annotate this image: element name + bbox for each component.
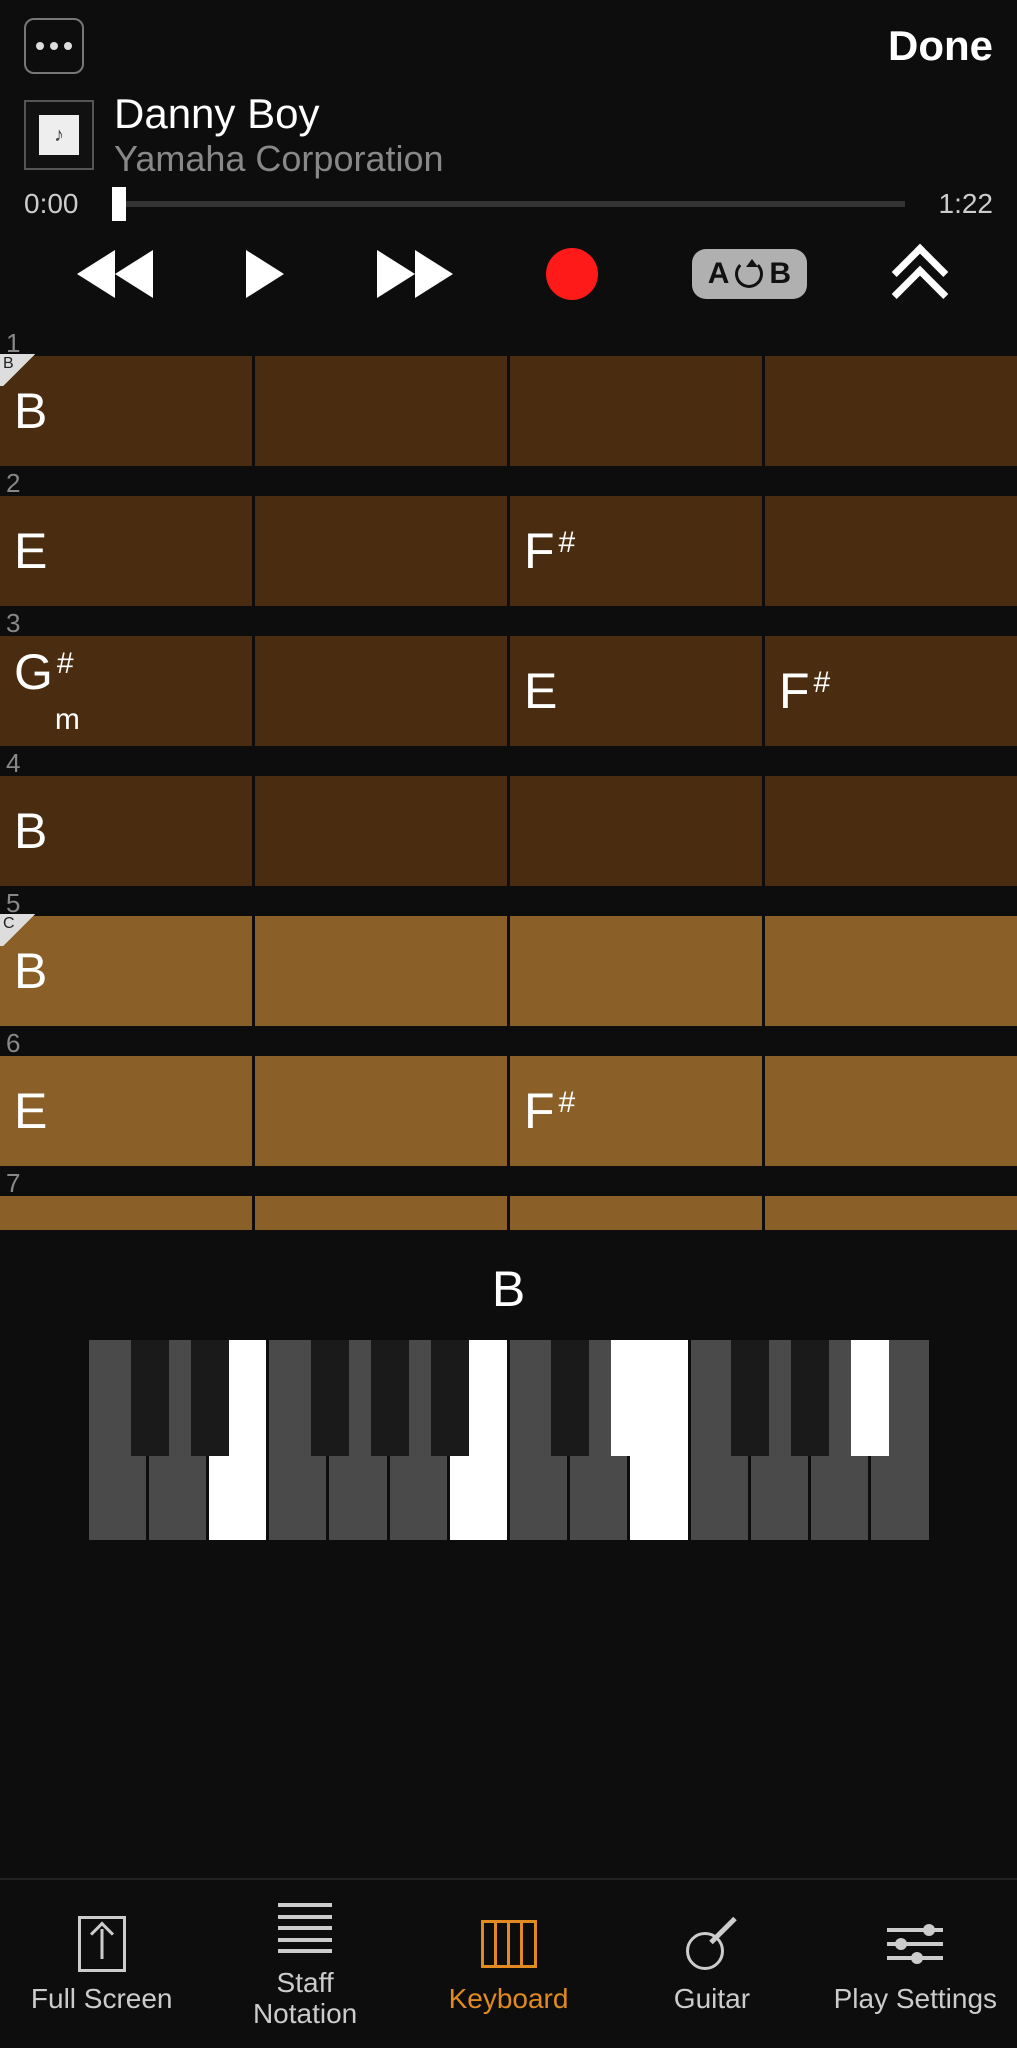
- chord-cell[interactable]: BB: [0, 356, 255, 466]
- chord-cell[interactable]: [255, 1056, 510, 1166]
- white-key[interactable]: [149, 1340, 209, 1540]
- settings-icon: [887, 1928, 943, 1960]
- song-title: Danny Boy: [114, 90, 444, 138]
- tab-label: StaffNotation: [253, 1968, 357, 2030]
- section-tag: C: [0, 914, 38, 946]
- chord-row: CB: [0, 916, 1017, 1026]
- chord-grid: 1BB2EF#3G#mEF#4B5CB6EF#7: [0, 326, 1017, 1230]
- chord-row: E F#: [0, 496, 1017, 606]
- chord-cell[interactable]: [510, 916, 765, 1026]
- row-number: 4: [0, 746, 1017, 776]
- chord-cell[interactable]: [255, 776, 510, 886]
- white-key[interactable]: [871, 1340, 928, 1540]
- section-tag: B: [0, 354, 38, 386]
- row-number: 5: [0, 886, 1017, 916]
- loop-icon: [735, 260, 763, 288]
- tab-full-screen[interactable]: Full Screen: [0, 1880, 203, 2048]
- progress-bar[interactable]: [112, 201, 905, 207]
- record-button[interactable]: [546, 248, 598, 300]
- song-artist: Yamaha Corporation: [114, 138, 444, 180]
- chord-cell[interactable]: F#: [765, 636, 1017, 746]
- row-number: 3: [0, 606, 1017, 636]
- tab-staff-notation[interactable]: StaffNotation: [203, 1880, 406, 2048]
- chord-row: E F#: [0, 1056, 1017, 1166]
- white-key[interactable]: [450, 1340, 510, 1540]
- tab-label: Full Screen: [31, 1984, 173, 2015]
- chord-cell[interactable]: [510, 356, 765, 466]
- chord-row: B: [0, 776, 1017, 886]
- white-key[interactable]: [390, 1340, 450, 1540]
- collapse-button[interactable]: [900, 252, 940, 296]
- white-key[interactable]: [269, 1340, 329, 1540]
- chord-cell[interactable]: E: [0, 496, 255, 606]
- piano-keyboard[interactable]: [89, 1340, 929, 1540]
- tab-keyboard[interactable]: Keyboard: [407, 1880, 610, 2048]
- chord-cell[interactable]: E: [510, 636, 765, 746]
- row-number: 1: [0, 326, 1017, 356]
- chord-cell[interactable]: [510, 776, 765, 886]
- chord-cell[interactable]: [255, 496, 510, 606]
- full-screen-icon: [78, 1916, 126, 1972]
- fast-forward-button[interactable]: [377, 250, 453, 298]
- chord-cell[interactable]: G#m: [0, 636, 255, 746]
- done-button[interactable]: Done: [888, 22, 993, 70]
- row-number: 2: [0, 466, 1017, 496]
- chord-cell[interactable]: [765, 496, 1017, 606]
- ab-loop-button[interactable]: A B: [692, 249, 807, 299]
- chord-cell[interactable]: [510, 1196, 765, 1230]
- chord-cell[interactable]: [255, 1196, 510, 1230]
- chord-cell[interactable]: E: [0, 1056, 255, 1166]
- tab-label: Guitar: [674, 1984, 750, 2015]
- white-key[interactable]: [510, 1340, 570, 1540]
- chord-row: BB: [0, 356, 1017, 466]
- more-button[interactable]: [24, 18, 84, 74]
- chord-cell[interactable]: F#: [510, 1056, 765, 1166]
- tab-label: Play Settings: [834, 1984, 997, 2015]
- staff-icon: [278, 1903, 332, 1953]
- rewind-button[interactable]: [77, 250, 153, 298]
- white-key[interactable]: [630, 1340, 690, 1540]
- chord-row: [0, 1196, 1017, 1230]
- white-key[interactable]: [89, 1340, 149, 1540]
- tab-play-settings[interactable]: Play Settings: [814, 1880, 1017, 2048]
- chord-cell[interactable]: [255, 636, 510, 746]
- white-key[interactable]: [811, 1340, 871, 1540]
- white-key[interactable]: [329, 1340, 389, 1540]
- chord-cell[interactable]: [765, 356, 1017, 466]
- tab-guitar[interactable]: Guitar: [610, 1880, 813, 2048]
- chord-cell[interactable]: B: [0, 776, 255, 886]
- ab-a-label: A: [708, 257, 730, 291]
- white-key[interactable]: [209, 1340, 269, 1540]
- chord-cell[interactable]: [765, 916, 1017, 1026]
- guitar-icon: [684, 1916, 740, 1972]
- play-button[interactable]: [246, 250, 284, 298]
- time-total: 1:22: [923, 188, 993, 220]
- current-chord: B: [0, 1260, 1017, 1318]
- tab-label: Keyboard: [449, 1984, 569, 2015]
- song-info[interactable]: ♪ Danny Boy Yamaha Corporation: [0, 82, 1017, 184]
- chord-cell[interactable]: [255, 356, 510, 466]
- album-art: ♪: [24, 100, 94, 170]
- chord-row: G#m EF#: [0, 636, 1017, 746]
- white-key[interactable]: [751, 1340, 811, 1540]
- keyboard-icon: [481, 1920, 537, 1968]
- time-current: 0:00: [24, 188, 94, 220]
- chord-cell[interactable]: [765, 776, 1017, 886]
- white-key[interactable]: [691, 1340, 751, 1540]
- row-number: 7: [0, 1166, 1017, 1196]
- ab-b-label: B: [769, 257, 791, 291]
- chord-cell[interactable]: F#: [510, 496, 765, 606]
- chord-cell[interactable]: [765, 1056, 1017, 1166]
- progress-handle[interactable]: [112, 187, 126, 221]
- white-key[interactable]: [570, 1340, 630, 1540]
- chord-cell[interactable]: [255, 916, 510, 1026]
- chord-cell[interactable]: [0, 1196, 255, 1230]
- chord-cell[interactable]: [765, 1196, 1017, 1230]
- row-number: 6: [0, 1026, 1017, 1056]
- chord-cell[interactable]: CB: [0, 916, 255, 1026]
